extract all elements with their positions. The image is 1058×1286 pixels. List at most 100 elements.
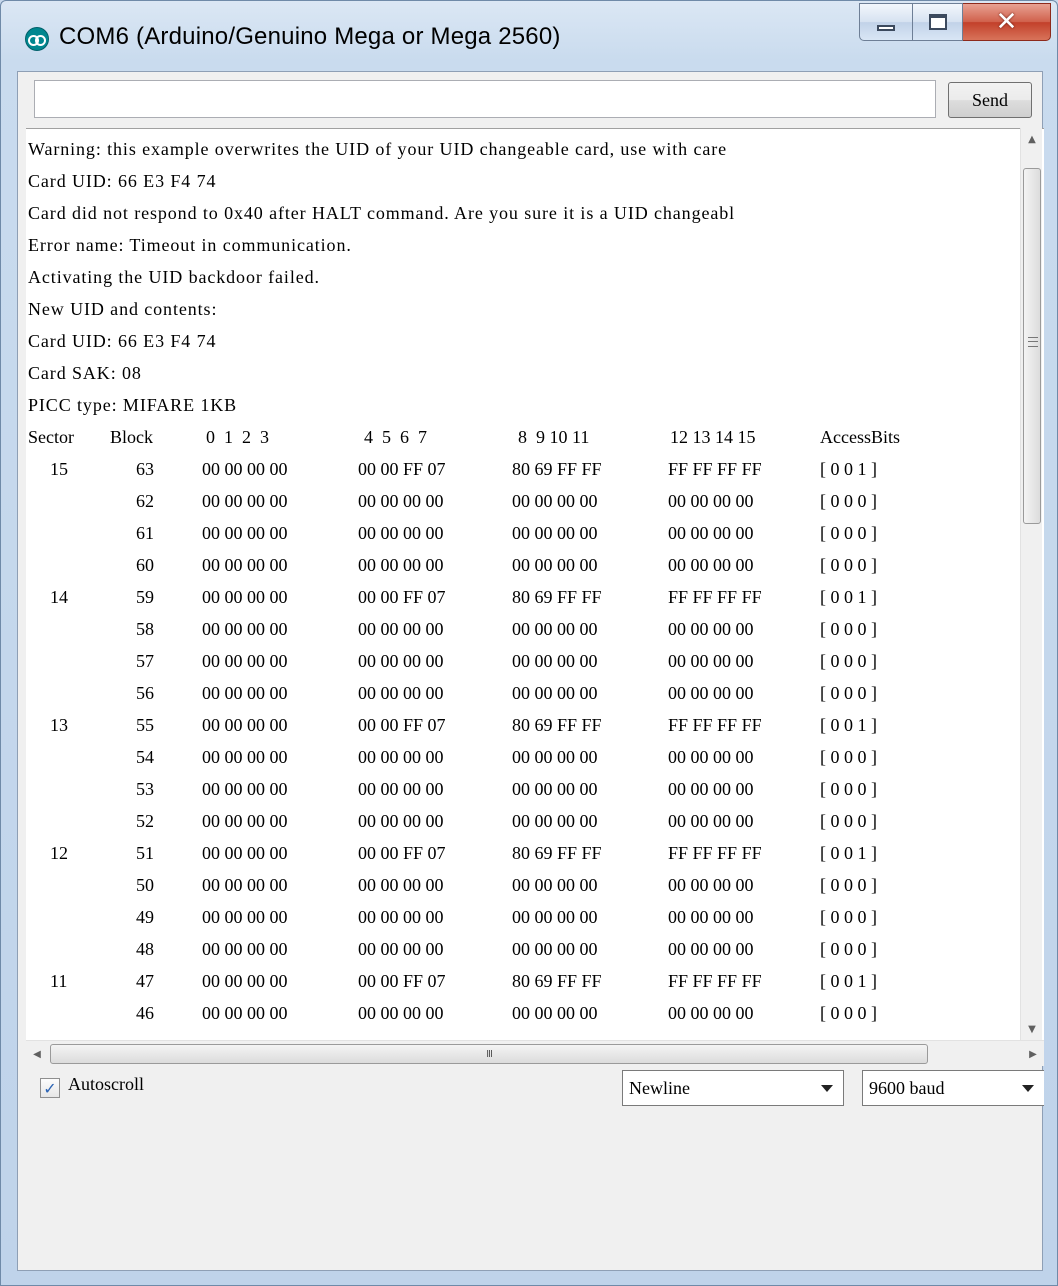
row-access-bits: [ 0 0 0 ] [820,1003,877,1023]
scroll-right-arrow-icon[interactable]: ▶ [1022,1041,1044,1067]
row-block: 48 [136,939,154,959]
row-access-bits: [ 0 0 0 ] [820,619,877,639]
row-bytes-0-3: 00 00 00 00 [202,651,288,671]
header-block: Block [110,427,153,447]
row-bytes-8-11: 80 69 FF FF [512,843,602,863]
row-bytes-8-11: 00 00 00 00 [512,811,598,831]
serial-output[interactable]: Warning: this example overwrites the UID… [26,128,1044,1040]
serial-send-input[interactable] [34,80,936,118]
row-block: 46 [136,1003,154,1023]
header-bytes-8-11: 8 9 10 11 [518,427,590,447]
row-bytes-0-3: 00 00 00 00 [202,587,288,607]
dump-row: 62 00 00 00 00 00 00 00 00 00 00 00 00 00 00… [28,485,1022,517]
baud-rate-select[interactable]: 9600 baud [862,1070,1044,1106]
row-bytes-0-3: 00 00 00 00 [202,843,288,863]
row-block: 55 [136,715,154,735]
header-access-bits: AccessBits [820,427,900,447]
scroll-down-arrow-icon[interactable]: ▼ [1021,1018,1043,1040]
row-bytes-8-11: 00 00 00 00 [512,747,598,767]
row-bytes-4-7: 00 00 00 00 [358,747,444,767]
row-bytes-4-7: 00 00 00 00 [358,1003,444,1023]
row-block: 59 [136,587,154,607]
close-button[interactable]: ✕ [963,3,1051,41]
row-bytes-4-7: 00 00 00 00 [358,555,444,575]
vertical-scroll-thumb[interactable] [1023,168,1041,524]
row-bytes-0-3: 00 00 00 00 [202,619,288,639]
row-bytes-4-7: 00 00 FF 07 [358,715,446,735]
dump-row: 52 00 00 00 00 00 00 00 00 00 00 00 00 00 00… [28,805,1022,837]
autoscroll-checkbox[interactable]: ✓ [40,1078,60,1098]
row-bytes-12-15: 00 00 00 00 [668,907,754,927]
row-bytes-0-3: 00 00 00 00 [202,907,288,927]
row-bytes-12-15: 00 00 00 00 [668,1003,754,1023]
output-line: PICC type: MIFARE 1KB [28,395,238,415]
row-block: 52 [136,811,154,831]
output-line: Card UID: 66 E3 F4 74 [28,331,217,351]
send-button[interactable]: Send [948,82,1032,118]
dump-row: 46 00 00 00 00 00 00 00 00 00 00 00 00 00 00… [28,997,1022,1029]
row-access-bits: [ 0 0 1 ] [820,843,877,863]
row-bytes-4-7: 00 00 00 00 [358,683,444,703]
maximize-button[interactable] [913,3,963,41]
output-line: Card UID: 66 E3 F4 74 [28,171,217,191]
row-access-bits: [ 0 0 1 ] [820,587,877,607]
row-bytes-12-15: 00 00 00 00 [668,747,754,767]
row-block: 63 [136,459,154,479]
row-bytes-8-11: 00 00 00 00 [512,523,598,543]
row-bytes-4-7: 00 00 00 00 [358,907,444,927]
row-block: 49 [136,907,154,927]
dump-row: 60 00 00 00 00 00 00 00 00 00 00 00 00 00 00… [28,549,1022,581]
row-bytes-8-11: 00 00 00 00 [512,779,598,799]
horizontal-scroll-thumb[interactable]: III [50,1044,928,1064]
output-line: Card did not respond to 0x40 after HALT … [28,203,736,223]
minimize-icon [877,25,895,31]
output-line: New UID and contents: [28,299,218,319]
row-bytes-12-15: 00 00 00 00 [668,939,754,959]
scroll-left-arrow-icon[interactable]: ◀ [26,1041,48,1067]
row-block: 54 [136,747,154,767]
row-bytes-8-11: 80 69 FF FF [512,715,602,735]
row-bytes-8-11: 00 00 00 00 [512,683,598,703]
vertical-scrollbar[interactable]: ▲ ▼ [1020,128,1042,1040]
header-bytes-0-3: 0 1 2 3 [206,427,269,447]
title-bar[interactable]: COM6 (Arduino/Genuino Mega or Mega 2560)… [1,1,1058,73]
row-bytes-4-7: 00 00 00 00 [358,651,444,671]
row-bytes-4-7: 00 00 FF 07 [358,971,446,991]
row-block: 50 [136,875,154,895]
grip-icon: III [486,1048,493,1060]
row-bytes-4-7: 00 00 FF 07 [358,843,446,863]
row-bytes-12-15: 00 00 00 00 [668,555,754,575]
row-bytes-0-3: 00 00 00 00 [202,779,288,799]
grip-icon [1028,337,1038,347]
row-access-bits: [ 0 0 0 ] [820,491,877,511]
row-access-bits: [ 0 0 0 ] [820,683,877,703]
row-bytes-0-3: 00 00 00 00 [202,555,288,575]
row-block: 60 [136,555,154,575]
row-bytes-8-11: 80 69 FF FF [512,459,602,479]
row-bytes-4-7: 00 00 00 00 [358,619,444,639]
row-bytes-0-3: 00 00 00 00 [202,491,288,511]
row-bytes-8-11: 80 69 FF FF [512,587,602,607]
row-bytes-0-3: 00 00 00 00 [202,747,288,767]
dump-row: 57 00 00 00 00 00 00 00 00 00 00 00 00 00 00… [28,645,1022,677]
row-bytes-8-11: 00 00 00 00 [512,491,598,511]
autoscroll-label: Autoscroll [68,1074,144,1094]
scroll-up-arrow-icon[interactable]: ▲ [1021,128,1043,150]
dump-row: 54 00 00 00 00 00 00 00 00 00 00 00 00 00 00… [28,741,1022,773]
minimize-button[interactable] [859,3,913,41]
row-block: 58 [136,619,154,639]
row-block: 56 [136,683,154,703]
row-bytes-8-11: 80 69 FF FF [512,971,602,991]
row-access-bits: [ 0 0 0 ] [820,939,877,959]
header-bytes-4-7: 4 5 6 7 [364,427,427,447]
row-access-bits: [ 0 0 0 ] [820,875,877,895]
row-bytes-12-15: FF FF FF FF [668,971,762,991]
row-bytes-12-15: 00 00 00 00 [668,619,754,639]
row-block: 61 [136,523,154,543]
row-bytes-4-7: 00 00 00 00 [358,779,444,799]
line-ending-select[interactable]: Newline [622,1070,844,1106]
row-bytes-0-3: 00 00 00 00 [202,811,288,831]
horizontal-scrollbar[interactable]: ◀ III ▶ [26,1040,1044,1066]
checkmark-icon: ✓ [43,1078,57,1098]
row-access-bits: [ 0 0 0 ] [820,779,877,799]
